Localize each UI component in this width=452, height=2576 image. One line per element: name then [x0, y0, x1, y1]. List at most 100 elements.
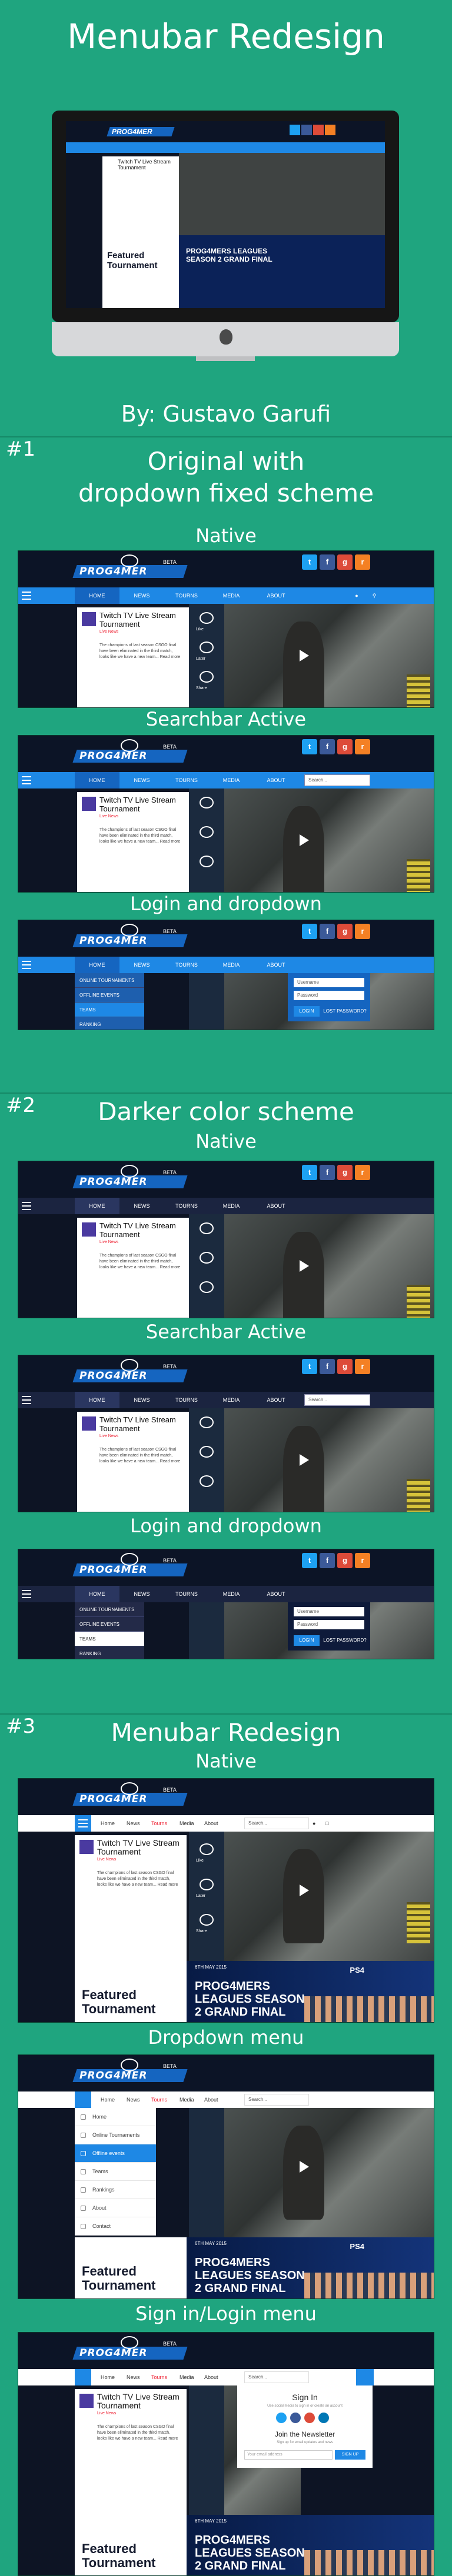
article-title[interactable]: Twitch TV Live Stream Tournament — [97, 2393, 180, 2410]
video-player[interactable] — [189, 1214, 434, 1318]
nav-media[interactable]: MEDIA — [209, 1392, 254, 1408]
nav-media[interactable]: Media — [180, 1815, 194, 1832]
dropdown-item[interactable]: ONLINE TOURNAMENTS — [75, 1602, 144, 1617]
menu-icon[interactable] — [22, 1590, 31, 1598]
search-input[interactable]: Search... — [244, 2371, 309, 2383]
lost-password-link[interactable]: LOST PASSWORD? — [323, 1635, 367, 1646]
rss-icon[interactable]: r — [355, 739, 370, 754]
nav-news[interactable]: News — [127, 1815, 140, 1832]
nav-news[interactable]: NEWS — [119, 1586, 164, 1602]
login-button[interactable]: LOGIN — [294, 1006, 320, 1017]
heart-icon[interactable] — [200, 1222, 214, 1234]
search-icon[interactable]: ⚲ — [365, 587, 383, 604]
play-icon[interactable] — [300, 834, 309, 846]
nav-tourns[interactable]: TOURNS — [164, 587, 209, 604]
nav-about[interactable]: ABOUT — [254, 1198, 298, 1214]
play-icon[interactable] — [300, 1260, 309, 1272]
twitter-icon[interactable]: t — [302, 1165, 317, 1180]
dropdown-item[interactable]: OFFLINE EVENTS — [75, 1617, 144, 1632]
menu-item-contact[interactable]: Contact — [75, 2217, 156, 2236]
menu-item-about[interactable]: About — [75, 2199, 156, 2217]
cart-icon[interactable]: □ — [325, 1815, 328, 1832]
play-icon[interactable] — [300, 2161, 309, 2173]
share-icon[interactable] — [200, 856, 214, 867]
nav-media[interactable]: Media — [180, 2091, 194, 2108]
nav-news[interactable]: NEWS — [119, 1198, 164, 1214]
tournament-banner[interactable]: 6TH MAY 2015 PROG4MERS LEAGUES SEASON 2 … — [187, 1961, 434, 2022]
twitter-icon[interactable]: t — [302, 1359, 317, 1374]
site-logo[interactable]: PROG4MER BETA — [72, 1553, 188, 1581]
site-logo[interactable]: PROG4MER BETA — [72, 554, 188, 583]
clock-icon[interactable] — [200, 826, 214, 838]
google-plus-icon[interactable]: g — [337, 739, 353, 754]
site-logo[interactable]: PROG4MER BETA — [72, 739, 188, 767]
menu-item-teams[interactable]: Teams — [75, 2163, 156, 2181]
nav-tourns[interactable]: TOURNS — [164, 1392, 209, 1408]
signup-button[interactable]: SIGN UP — [335, 2450, 365, 2460]
password-field[interactable]: Password — [294, 991, 364, 1000]
article-title[interactable]: Twitch TV Live Stream Tournament — [99, 796, 182, 813]
twitter-icon[interactable]: t — [302, 1553, 317, 1568]
dropdown-item[interactable]: RANKING — [75, 1646, 144, 1659]
linkedin-icon[interactable] — [318, 2413, 329, 2423]
site-logo[interactable]: PROG4MER BETA — [72, 924, 188, 952]
google-plus-icon[interactable]: g — [337, 1165, 353, 1180]
facebook-icon[interactable]: f — [320, 1165, 335, 1180]
site-logo[interactable]: PROG4MER BETA — [72, 1782, 188, 1810]
featured-tournament[interactable]: Featured Tournament — [75, 2515, 187, 2575]
facebook-icon[interactable]: f — [320, 924, 335, 939]
tournament-banner[interactable]: 6TH MAY 2015 PROG4MERS LEAGUES SEASON 2 … — [187, 2515, 434, 2575]
nav-media[interactable]: MEDIA — [209, 1586, 254, 1602]
site-logo[interactable]: PROG4MER BETA — [72, 1359, 188, 1387]
nav-home[interactable]: Home — [101, 2091, 115, 2108]
clock-icon[interactable] — [200, 1446, 214, 1458]
article-card[interactable]: Twitch TV Live Stream Tournament Live Ne… — [75, 1835, 187, 1961]
facebook-icon[interactable] — [290, 2413, 301, 2423]
article-card[interactable]: Twitch TV Live Stream Tournament Live Ne… — [77, 1218, 189, 1318]
article-title[interactable]: Twitch TV Live Stream Tournament — [97, 1839, 180, 1856]
nav-home[interactable]: HOME — [75, 587, 119, 604]
site-logo[interactable]: PROG4MER BETA — [72, 1165, 188, 1193]
video-player[interactable]: Like Later Share — [189, 1832, 434, 1961]
site-logo[interactable]: PROG4MER BETA — [72, 2059, 188, 2087]
google-plus-icon[interactable] — [304, 2413, 315, 2423]
article-card[interactable]: Twitch TV Live Stream Tournament Live Ne… — [77, 792, 189, 892]
menu-icon[interactable] — [22, 592, 31, 600]
twitter-icon[interactable] — [276, 2413, 287, 2423]
twitter-icon[interactable]: t — [302, 739, 317, 754]
search-input[interactable]: Search... — [244, 1817, 309, 1829]
nav-about[interactable]: ABOUT — [254, 772, 298, 788]
facebook-icon[interactable]: f — [320, 1553, 335, 1568]
clock-icon[interactable] — [200, 1252, 214, 1264]
nav-tourns[interactable]: Tourns — [151, 2369, 167, 2385]
menu-item-rankings[interactable]: Rankings — [75, 2181, 156, 2199]
article-title[interactable]: Twitch TV Live Stream Tournament — [99, 1221, 182, 1239]
heart-icon[interactable] — [200, 612, 214, 624]
google-plus-icon[interactable]: g — [337, 554, 353, 570]
video-player[interactable] — [189, 788, 434, 892]
featured-tournament[interactable]: Featured Tournament — [75, 1961, 187, 2022]
nav-home[interactable]: HOME — [75, 772, 119, 788]
heart-icon[interactable] — [200, 1843, 214, 1855]
article-title[interactable]: Twitch TV Live Stream Tournament — [99, 1415, 182, 1433]
play-icon[interactable] — [300, 1454, 309, 1466]
user-icon[interactable]: ● — [313, 1815, 315, 1832]
dropdown-item[interactable]: OFFLINE EVENTS — [75, 988, 144, 1003]
nav-about[interactable]: About — [204, 2091, 218, 2108]
nav-news[interactable]: NEWS — [119, 772, 164, 788]
nav-home[interactable]: HOME — [75, 1586, 119, 1602]
menu-icon[interactable] — [78, 1819, 88, 1827]
rss-icon[interactable]: r — [355, 1553, 370, 1568]
dropdown-item[interactable]: RANKING — [75, 1017, 144, 1030]
clock-icon[interactable] — [200, 642, 214, 653]
menu-item-offline[interactable]: Offline events — [75, 2144, 156, 2163]
article-title[interactable]: Twitch TV Live Stream Tournament — [99, 611, 182, 629]
menu-icon[interactable] — [22, 1396, 31, 1404]
nav-news[interactable]: NEWS — [119, 1392, 164, 1408]
nav-media[interactable]: MEDIA — [209, 587, 254, 604]
menu-icon[interactable] — [22, 1202, 31, 1210]
article-card[interactable]: Twitch TV Live Stream Tournament Live Ne… — [75, 2389, 187, 2515]
video-player[interactable] — [189, 1408, 434, 1512]
search-input[interactable]: Search... — [244, 2094, 309, 2106]
password-field[interactable]: Password — [294, 1620, 364, 1629]
